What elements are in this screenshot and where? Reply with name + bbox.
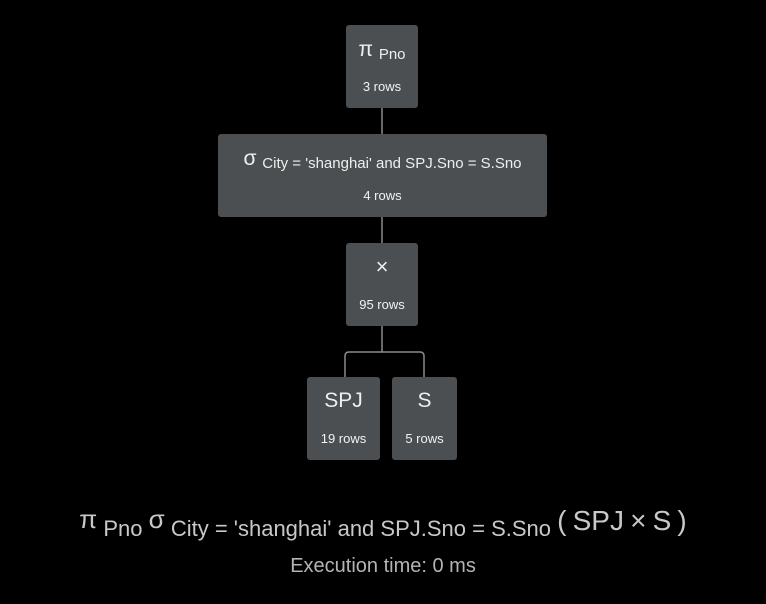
edge-cross-spj <box>344 326 383 377</box>
expr-left-relation: SPJ <box>572 505 624 536</box>
expr-sigma-condition: City = 'shanghai' and SPJ.Sno = S.Sno <box>170 516 552 541</box>
pi-symbol: π <box>358 38 373 61</box>
relation-node-spj[interactable]: SPJ 19 rows <box>307 377 380 460</box>
relation-name-s: S <box>417 389 432 412</box>
expr-pi-attributes: Pno <box>103 516 143 541</box>
relation-row-count-s: 5 rows <box>405 431 444 446</box>
project-node[interactable]: π Pno 3 rows <box>346 25 418 108</box>
expr-right-relation: S <box>652 505 672 536</box>
edge-cross-s <box>382 351 425 377</box>
cross-product-operator: × <box>375 254 389 279</box>
relational-algebra-expression: π Pno σ City = 'shanghai' and SPJ.Sno = … <box>0 504 766 541</box>
query-plan-canvas: π Pno 3 rows σ City = 'shanghai' and SPJ… <box>0 0 766 604</box>
project-operator: π Pno <box>346 38 418 64</box>
relation-row-count-spj: 19 rows <box>320 431 367 446</box>
select-operator: σ City = 'shanghai' and SPJ.Sno = S.Sno <box>218 147 547 173</box>
expr-sigma-symbol: σ <box>148 504 165 534</box>
expr-open-paren: ( <box>557 505 567 536</box>
cross-product-node[interactable]: × 95 rows <box>346 243 418 326</box>
expr-times-symbol: × <box>630 505 647 536</box>
expr-close-paren: ) <box>677 505 687 536</box>
relation-name-spj: SPJ <box>324 389 363 412</box>
select-row-count: 4 rows <box>363 188 402 203</box>
relation-node-s[interactable]: S 5 rows <box>392 377 457 460</box>
select-condition: City = 'shanghai' and SPJ.Sno = S.Sno <box>262 155 522 172</box>
sigma-symbol: σ <box>243 147 257 170</box>
project-attributes: Pno <box>378 46 406 63</box>
cross-product-row-count: 95 rows <box>359 297 405 312</box>
select-node[interactable]: σ City = 'shanghai' and SPJ.Sno = S.Sno … <box>218 134 547 217</box>
project-row-count: 3 rows <box>362 79 402 94</box>
execution-time: Execution time: 0 ms <box>290 555 476 577</box>
expr-pi-symbol: π <box>79 504 98 534</box>
